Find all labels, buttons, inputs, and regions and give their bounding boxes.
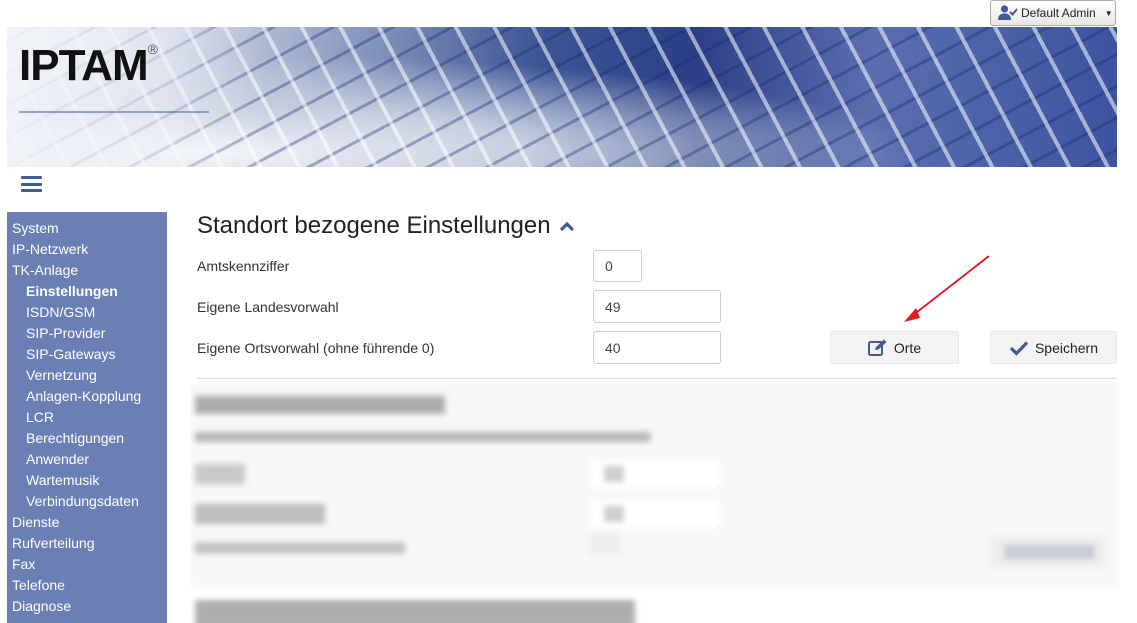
logo: IPTAM® [19,41,158,91]
orte-button[interactable]: Orte [830,331,959,364]
sidebar-item-rufverteilung[interactable]: Rufverteilung [7,533,167,554]
sidebar-nav: System IP-Netzwerk TK-Anlage Einstellung… [7,212,167,623]
sidebar-item-sip-provider[interactable]: SIP-Provider [7,323,167,344]
sidebar-item-vernetzung[interactable]: Vernetzung [7,365,167,386]
sidebar-item-system[interactable]: System [7,218,167,239]
sidebar-item-tk-anlage[interactable]: TK-Anlage [7,260,167,281]
sidebar-item-einstellungen[interactable]: Einstellungen [7,281,167,302]
caret-down-icon: ▼ [1104,8,1113,18]
sidebar-item-verbindungsdaten[interactable]: Verbindungsdaten [7,491,167,512]
sidebar-item-berechtigungen[interactable]: Berechtigungen [7,428,167,449]
annotation-arrow [904,255,990,322]
edit-icon [867,339,887,356]
chevron-up-icon [559,221,574,232]
sidebar-item-anlagen-kopplung[interactable]: Anlagen-Kopplung [7,386,167,407]
user-menu-button[interactable]: Default Admin ▼ [990,0,1116,26]
landesvorwahl-input[interactable]: 49 [593,290,721,323]
sidebar-item-dienste[interactable]: Dienste [7,512,167,533]
orte-button-label: Orte [893,339,922,356]
user-check-icon [998,5,1018,21]
check-icon [1009,340,1029,356]
blurred-content [190,382,1120,623]
sidebar-item-sip-gateways[interactable]: SIP-Gateways [7,344,167,365]
menu-toggle-icon[interactable] [21,176,42,192]
save-button-label: Speichern [1034,339,1099,356]
logo-text: IPTAM [19,41,149,90]
sidebar-item-fax[interactable]: Fax [7,554,167,575]
ortsvorwahl-input[interactable]: 40 [593,331,721,364]
sidebar-item-telefone[interactable]: Telefone [7,575,167,596]
section-title: Standort bezogene Einstellungen [197,212,551,239]
sidebar-item-diagnose[interactable]: Diagnose [7,596,167,617]
landesvorwahl-label: Eigene Landesvorwahl [197,299,339,315]
sidebar-item-wartemusik[interactable]: Wartemusik [7,470,167,491]
section-header[interactable]: Standort bezogene Einstellungen [197,212,575,240]
sidebar-item-lcr[interactable]: LCR [7,407,167,428]
sidebar-item-anwender[interactable]: Anwender [7,449,167,470]
amtskennziffer-input[interactable]: 0 [593,250,642,282]
save-button[interactable]: Speichern [990,331,1117,364]
section-divider [197,378,1117,379]
user-menu-label: Default Admin [1021,6,1096,20]
ortsvorwahl-label: Eigene Ortsvorwahl (ohne führende 0) [197,340,435,356]
header-banner: IPTAM® [7,27,1117,167]
sidebar-item-isdn-gsm[interactable]: ISDN/GSM [7,302,167,323]
sidebar-item-ip-netzwerk[interactable]: IP-Netzwerk [7,239,167,260]
amtskennziffer-label: Amtskennziffer [197,258,290,274]
logo-mark: ® [147,41,158,57]
